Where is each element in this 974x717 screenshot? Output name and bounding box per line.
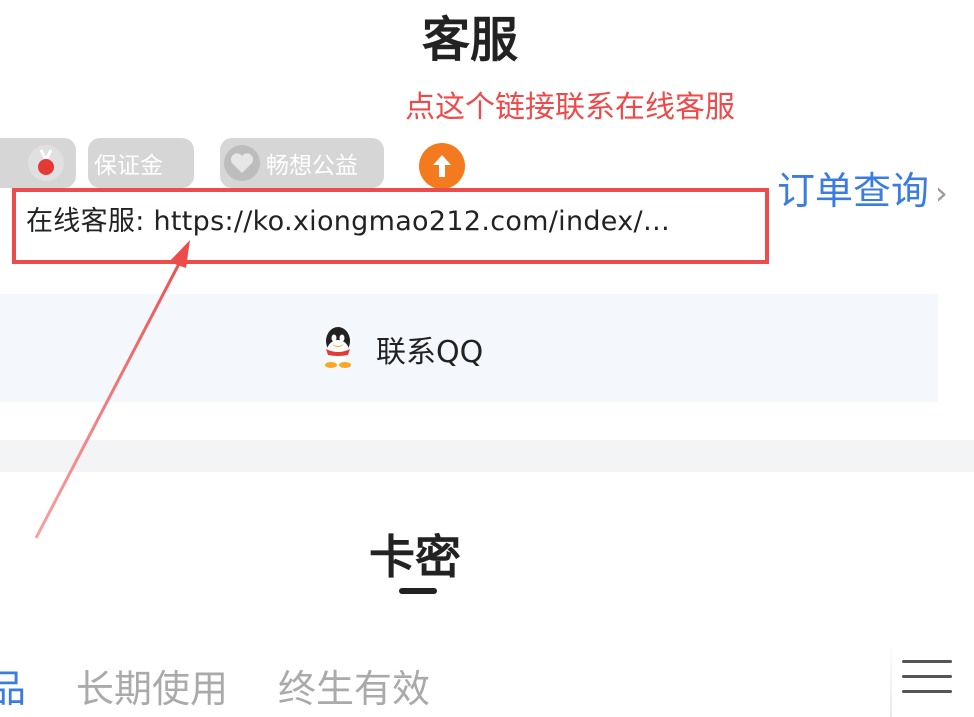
annotation-arrow (34, 240, 190, 539)
